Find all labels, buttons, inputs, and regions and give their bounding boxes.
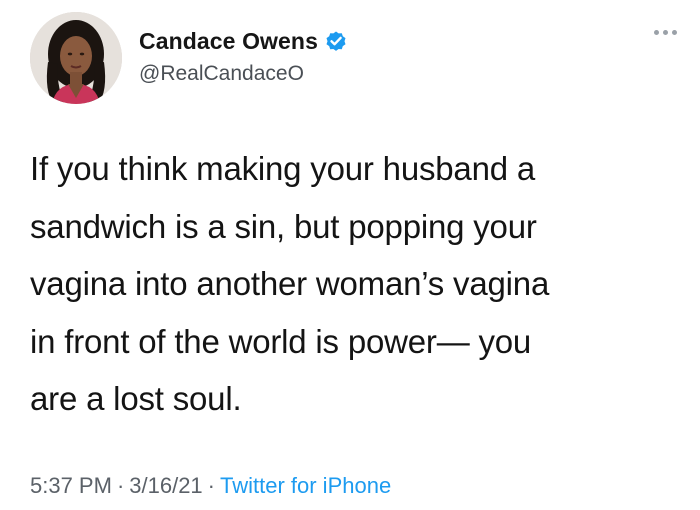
author-handle[interactable]: @RealCandaceO <box>139 62 304 86</box>
author-display-name[interactable]: Candace Owens <box>139 28 318 55</box>
tweet-source-link[interactable]: Twitter for iPhone <box>220 473 391 498</box>
author-name-row[interactable]: Candace Owens <box>139 27 348 55</box>
tweet-card: Candace Owens @RealCandaceO If you think… <box>0 0 700 510</box>
avatar[interactable] <box>30 12 122 104</box>
tweet-meta: 5:37 PM · 3/16/21 · Twitter for iPhone <box>30 473 391 499</box>
avatar-image <box>30 12 122 104</box>
tweet-text-line: are a lost soul. <box>30 380 242 417</box>
more-dot <box>672 30 677 35</box>
meta-separator: · <box>116 473 125 498</box>
more-dot <box>663 30 668 35</box>
more-options-icon[interactable] <box>654 30 677 35</box>
verified-badge-icon <box>324 29 348 53</box>
tweet-text-line: sandwich is a sin, but popping your <box>30 207 537 245</box>
tweet-text-line: vagina into another woman’s vagina <box>30 265 550 302</box>
more-dot <box>654 30 659 35</box>
meta-separator: · <box>207 473 215 498</box>
tweet-text-line: in front of the world is power— you <box>30 322 532 360</box>
tweet-date[interactable]: 3/16/21 <box>129 473 202 498</box>
tweet-text: If you think making your husband a sandw… <box>30 140 670 428</box>
tweet-text-line: If you think making your husband a <box>30 150 536 187</box>
tweet-time[interactable]: 5:37 PM <box>30 473 112 498</box>
